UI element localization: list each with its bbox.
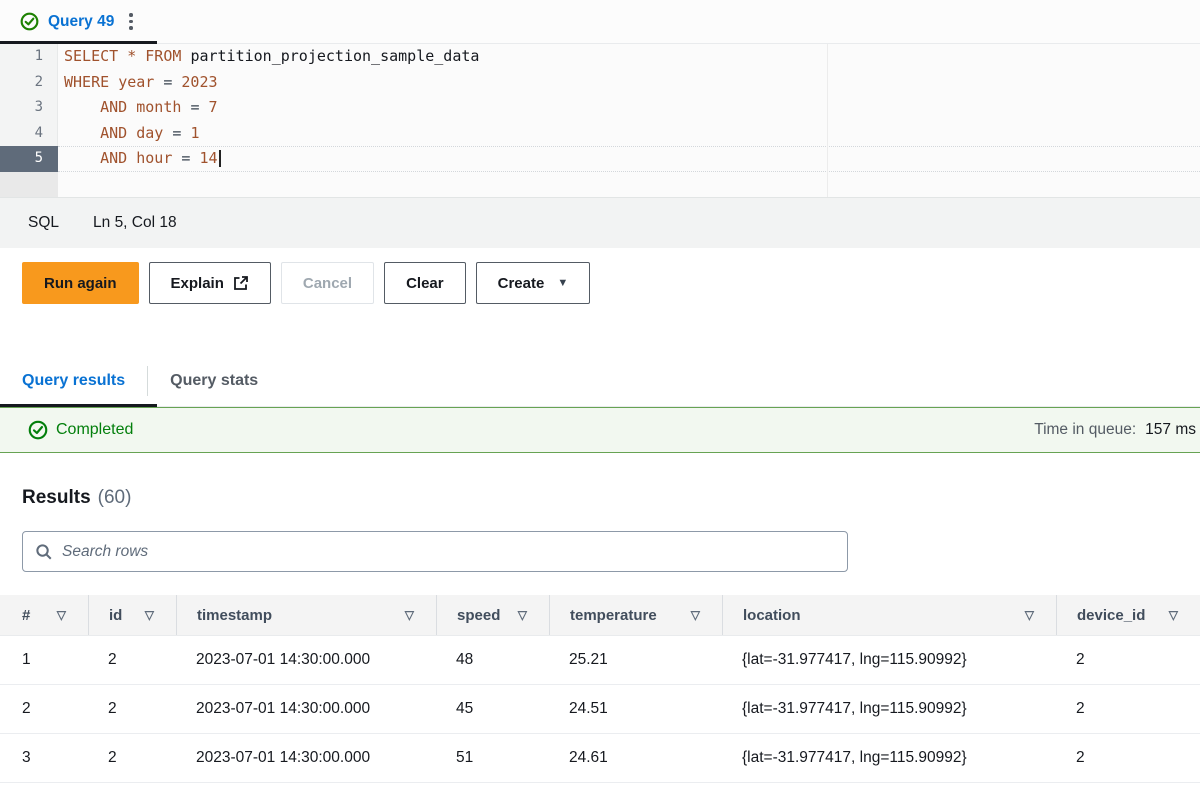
tab-query-stats[interactable]: Query stats [148, 357, 280, 406]
cell: 51 [436, 734, 549, 782]
line-number: 1 [0, 44, 58, 70]
cell: 2 [1056, 636, 1200, 684]
success-check-icon [20, 12, 39, 31]
sql-editor[interactable]: 1SELECT * FROM partition_projection_samp… [0, 44, 1200, 197]
column-label: device_id [1077, 607, 1145, 624]
column-label: location [743, 607, 801, 624]
external-link-icon [233, 275, 249, 291]
column-filter-icon[interactable]: ▽ [1025, 608, 1034, 622]
code-text: WHERE year = 2023 [58, 70, 1200, 96]
cell: 25.21 [549, 636, 722, 684]
column-label: id [109, 607, 122, 624]
time-in-queue-label: Time in queue: [1034, 421, 1136, 439]
header-cell--[interactable]: #▽ [0, 595, 88, 635]
cell: 2023-07-01 14:30:00.000 [176, 685, 436, 733]
editor-line[interactable]: 1SELECT * FROM partition_projection_samp… [0, 44, 1200, 70]
cell: {lat=-31.977417, lng=115.90992} [722, 636, 1056, 684]
cell: 2023-07-01 14:30:00.000 [176, 734, 436, 782]
table-header-row: #▽id▽timestamp▽speed▽temperature▽locatio… [0, 595, 1200, 636]
column-filter-icon[interactable]: ▽ [405, 608, 414, 622]
completion-banner: Completed Time in queue: 157 ms [0, 407, 1200, 453]
code-text: AND month = 7 [58, 95, 1200, 121]
cell: 2 [88, 636, 176, 684]
cell: 3 [0, 734, 88, 782]
editor-line[interactable]: 3 AND month = 7 [0, 95, 1200, 121]
time-in-queue-value: 157 ms [1145, 421, 1196, 439]
editor-line[interactable]: 4 AND day = 1 [0, 121, 1200, 147]
results-tabs: Query results Query stats [0, 355, 1200, 407]
results-table: #▽id▽timestamp▽speed▽temperature▽locatio… [0, 595, 1200, 783]
cell: 2 [1056, 685, 1200, 733]
cell: {lat=-31.977417, lng=115.90992} [722, 685, 1056, 733]
tab-query-results[interactable]: Query results [0, 357, 147, 406]
line-number: 3 [0, 95, 58, 121]
query-tab-title: Query 49 [48, 13, 114, 31]
header-cell-temperature[interactable]: temperature ▽ [549, 595, 722, 635]
tab-options-kebab-icon[interactable] [123, 9, 139, 34]
active-results-tab-indicator [0, 404, 157, 407]
cell: 2 [88, 685, 176, 733]
create-button[interactable]: Create ▼ [476, 262, 591, 304]
header-cell-timestamp[interactable]: timestamp ▽ [176, 595, 436, 635]
cell: 48 [436, 636, 549, 684]
explain-button[interactable]: Explain [149, 262, 271, 304]
cell: {lat=-31.977417, lng=115.90992} [722, 734, 1056, 782]
run-again-button[interactable]: Run again [22, 262, 139, 304]
completed-status-text: Completed [56, 421, 133, 439]
code-text: AND day = 1 [58, 121, 1200, 147]
results-section: Results (60) #▽id▽timestamp▽speed▽temper… [0, 487, 1200, 783]
action-toolbar: Run again Explain Cancel Clear Create ▼ [0, 262, 1200, 304]
active-tab-indicator [0, 41, 157, 44]
header-cell-device-id[interactable]: device_id ▽ [1056, 595, 1200, 635]
cell: 2 [1056, 734, 1200, 782]
search-rows-input[interactable] [62, 543, 835, 561]
editor-line[interactable]: 2WHERE year = 2023 [0, 70, 1200, 96]
line-number: 2 [0, 70, 58, 96]
column-filter-icon[interactable]: ▽ [518, 608, 527, 622]
column-filter-icon[interactable]: ▽ [1169, 608, 1178, 622]
column-filter-icon[interactable]: ▽ [57, 608, 66, 622]
clear-button[interactable]: Clear [384, 262, 466, 304]
cursor-position-label: Ln 5, Col 18 [93, 214, 177, 232]
header-cell-id[interactable]: id ▽ [88, 595, 176, 635]
column-label: # [22, 607, 30, 624]
line-number: 4 [0, 121, 58, 147]
results-heading: Results [22, 487, 91, 509]
table-row: 322023-07-01 14:30:00.0005124.61{lat=-31… [0, 734, 1200, 783]
cell: 2 [88, 734, 176, 782]
query-tab-bar: Query 49 [0, 0, 1200, 44]
completed-check-icon [28, 420, 48, 440]
chevron-down-icon: ▼ [557, 277, 568, 289]
results-count: (60) [98, 487, 132, 509]
cell: 45 [436, 685, 549, 733]
cell: 24.61 [549, 734, 722, 782]
code-text: SELECT * FROM partition_projection_sampl… [58, 44, 1200, 70]
text-cursor [219, 150, 221, 167]
query-tab[interactable]: Query 49 [0, 0, 153, 43]
column-label: temperature [570, 607, 657, 624]
table-row: 122023-07-01 14:30:00.0004825.21{lat=-31… [0, 636, 1200, 685]
cell: 2 [0, 685, 88, 733]
search-rows-box[interactable] [22, 531, 848, 572]
cell: 2023-07-01 14:30:00.000 [176, 636, 436, 684]
cancel-button: Cancel [281, 262, 374, 304]
cell: 24.51 [549, 685, 722, 733]
column-label: timestamp [197, 607, 272, 624]
column-label: speed [457, 607, 500, 624]
header-cell-speed[interactable]: speed ▽ [436, 595, 549, 635]
editor-line[interactable]: 5 AND hour = 14 [0, 146, 1200, 172]
editor-status-bar: SQL Ln 5, Col 18 [0, 197, 1200, 248]
column-filter-icon[interactable]: ▽ [691, 608, 700, 622]
editor-language-label: SQL [28, 214, 59, 232]
table-row: 222023-07-01 14:30:00.0004524.51{lat=-31… [0, 685, 1200, 734]
cell: 1 [0, 636, 88, 684]
line-number: 5 [0, 146, 58, 172]
column-filter-icon[interactable]: ▽ [145, 608, 154, 622]
search-icon [35, 543, 53, 561]
code-text: AND hour = 14 [58, 146, 1200, 172]
editor-tail-row [0, 172, 1200, 198]
header-cell-location[interactable]: location ▽ [722, 595, 1056, 635]
